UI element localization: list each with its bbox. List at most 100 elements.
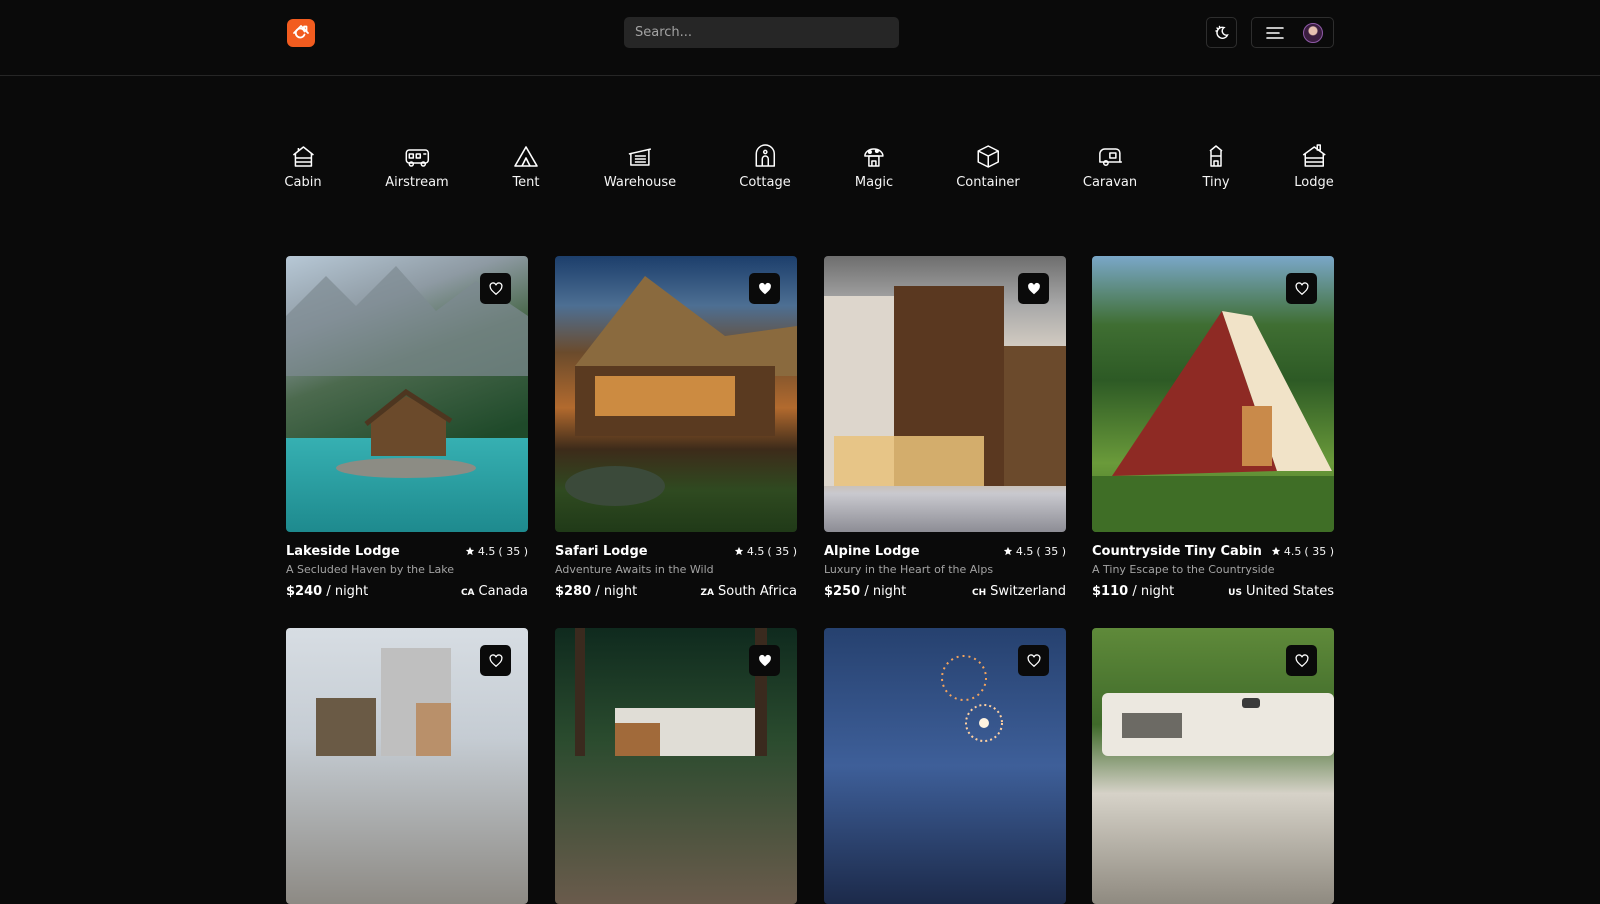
favorite-button[interactable] [1286,273,1317,304]
listing-rating: 4.5 ( 35 ) [734,545,797,558]
listing-card[interactable]: Countryside Tiny Cabin 4.5 ( 35 ) A Tiny… [1092,256,1334,599]
star-icon [465,546,475,556]
listing-photo [824,628,1066,904]
listing-card[interactable] [824,628,1066,904]
favorite-button[interactable] [749,645,780,676]
listing-title: Countryside Tiny Cabin [1092,543,1262,559]
heart-icon [488,281,503,295]
listing-subtitle: A Tiny Escape to the Countryside [1092,563,1275,576]
star-icon [734,546,744,556]
listing-card[interactable] [1092,628,1334,904]
category-bar: Cabin Airstream Tent Warehouse Cottage M… [277,142,1337,202]
listing-photo [286,256,528,532]
listing-title: Lakeside Lodge [286,543,400,559]
category-caravan[interactable]: Caravan [1083,142,1137,190]
listing-photo [555,256,797,532]
moon-icon [1214,25,1229,39]
warehouse-icon [628,148,652,166]
review-count: ( 35 ) [498,544,528,558]
listing-country: ZA South Africa [701,584,798,599]
country-code: US [1228,588,1242,598]
listing-price: $250 / night [824,584,906,599]
listing-rating: 4.5 ( 35 ) [465,545,528,558]
price-unit: / night [322,584,369,599]
price-amount: $110 [1092,584,1129,599]
cottage-icon [755,144,775,167]
category-cabin[interactable]: Cabin [284,142,322,190]
category-label: Magic [854,175,894,190]
favorite-button[interactable] [480,645,511,676]
favorite-button[interactable] [1018,273,1049,304]
listing-rating: 4.5 ( 35 ) [1271,545,1334,558]
country-name: Switzerland [990,584,1066,599]
category-label: Caravan [1082,175,1138,190]
listing-title: Safari Lodge [555,543,648,559]
category-label: Warehouse [603,175,677,190]
listing-photo [1092,256,1334,532]
category-label: Airstream [385,175,449,190]
tent-icon [514,146,538,167]
heart-icon [1027,282,1040,294]
cabin-icon [292,146,314,167]
category-label: Tent [512,175,540,190]
heart-icon [1294,653,1309,667]
heart-icon [1026,653,1041,667]
category-container[interactable]: Container [956,142,1020,190]
listing-photo [1092,628,1334,904]
category-magic[interactable]: Magic [855,142,893,190]
listing-card[interactable] [286,628,528,904]
star-icon [1003,546,1013,556]
airstream-icon [405,149,429,167]
country-name: South Africa [718,584,797,599]
price-unit: / night [860,584,907,599]
listing-card[interactable]: Lakeside Lodge 4.5 ( 35 ) A Secluded Hav… [286,256,528,599]
listing-card[interactable]: Alpine Lodge 4.5 ( 35 ) Luxury in the He… [824,256,1066,599]
country-code: ZA [700,588,715,598]
tiny-icon [1209,145,1223,167]
category-label: Container [956,175,1020,190]
category-tiny[interactable]: Tiny [1202,142,1230,190]
category-lodge[interactable]: Lodge [1294,142,1334,190]
listing-card[interactable] [555,628,797,904]
heart-icon [1294,281,1309,295]
rating-value: 4.5 [477,544,496,558]
listing-photo [286,628,528,904]
price-amount: $280 [555,584,592,599]
heart-icon [758,282,771,294]
user-menu-button[interactable] [1251,17,1334,48]
price-unit: / night [1128,584,1175,599]
category-tent[interactable]: Tent [512,142,540,190]
star-icon [1271,546,1281,556]
country-name: Canada [478,584,528,599]
heart-icon [758,654,771,666]
country-name: United States [1245,584,1334,599]
country-code: CA [460,588,475,598]
listing-price: $110 / night [1092,584,1174,599]
favorite-button[interactable] [1286,645,1317,676]
listing-title: Alpine Lodge [824,543,920,559]
listing-card[interactable]: Safari Lodge 4.5 ( 35 ) Adventure Awaits… [555,256,797,599]
favorite-button[interactable] [749,273,780,304]
review-count: ( 35 ) [767,544,797,558]
magic-icon [864,148,884,167]
review-count: ( 35 ) [1036,544,1066,558]
theme-toggle-button[interactable] [1206,17,1237,48]
country-code: CH [972,588,987,598]
price-amount: $240 [286,584,323,599]
menu-icon [1266,26,1284,39]
container-icon [977,145,999,168]
category-airstream[interactable]: Airstream [385,142,449,190]
top-navbar [0,0,1600,76]
price-unit: / night [591,584,638,599]
search-input[interactable] [624,17,899,48]
favorite-button[interactable] [480,273,511,304]
category-warehouse[interactable]: Warehouse [604,142,676,190]
favorite-button[interactable] [1018,645,1049,676]
home-logo-icon[interactable] [287,19,315,47]
listing-country: US United States [1228,584,1334,599]
category-label: Tiny [1202,175,1230,190]
category-cottage[interactable]: Cottage [739,142,791,190]
avatar [1303,22,1323,43]
category-label: Lodge [1294,175,1334,190]
category-label: Cabin [284,175,322,190]
